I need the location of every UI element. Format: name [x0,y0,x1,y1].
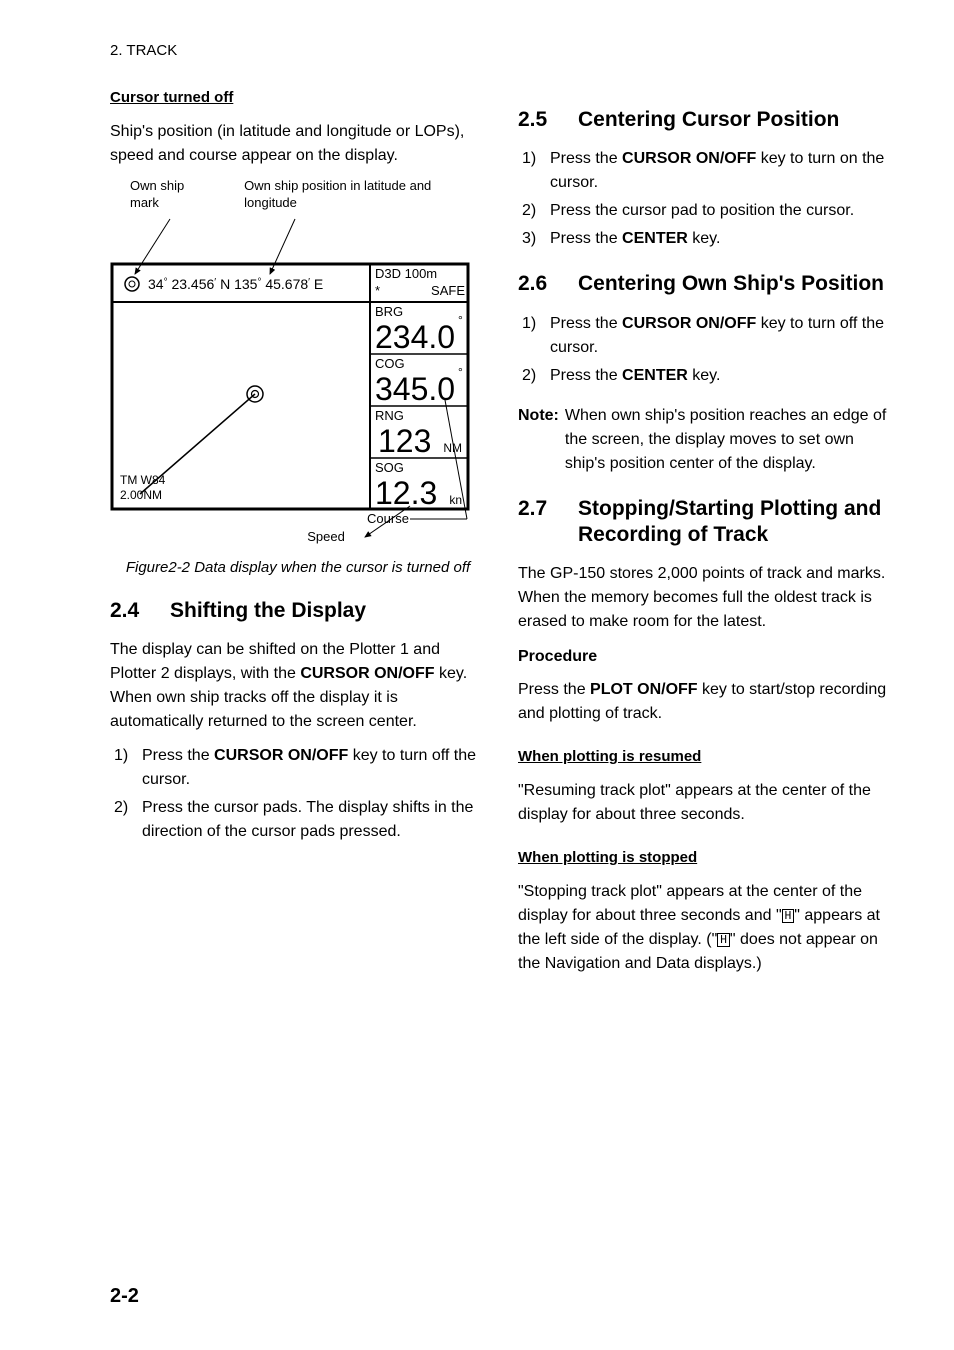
section-number: 2.6 [518,271,558,297]
list-item: 2)Press the cursor pads. The display shi… [114,796,486,844]
hold-icon: H [717,933,730,947]
list-item: 3)Press the CENTER key. [522,227,894,251]
section-title: Stopping/Starting Plotting and Recording… [578,496,894,549]
note-block: Note: When own ship's position reaches a… [518,404,894,476]
svg-text:BRG: BRG [375,304,403,319]
svg-text:12.3: 12.3 [375,475,437,511]
diagram-label-own-ship-position: Own ship position in latitude and longit… [244,178,486,212]
list-item: 2)Press the CENTER key. [522,364,894,388]
cursor-off-paragraph: Ship's position (in latitude and longitu… [110,120,486,168]
section-2-4-intro: The display can be shifted on the Plotte… [110,638,486,734]
svg-text:RNG: RNG [375,408,404,423]
section-2-7-heading: 2.7 Stopping/Starting Plotting and Recor… [518,496,894,549]
left-column: Cursor turned off Ship's position (in la… [110,87,486,986]
list-item: 1)Press the CURSOR ON/OFF key to turn of… [522,312,894,360]
svg-text:°: ° [458,365,463,379]
svg-text:Speed: Speed [307,529,345,544]
list-item: 1)Press the CURSOR ON/OFF key to turn of… [114,744,486,792]
svg-text:COG: COG [375,356,405,371]
svg-text:°: ° [458,313,463,327]
svg-text:TM W84: TM W84 [120,473,166,487]
hold-icon: H [782,909,795,923]
page-number: 2-2 [110,1282,139,1310]
svg-text:34° 23.456′ N: 34° 23.456′ N 135° 45.678′ E [148,276,323,292]
plotter-display-svg: 34° 23.456′ N 135° 45.678′ E D3D 100m * … [110,214,470,544]
section-2-5-heading: 2.5 Centering Cursor Position [518,107,894,133]
cursor-onoff-key-label: CURSOR ON/OFF [300,665,434,682]
section-2-6-heading: 2.6 Centering Own Ship's Position [518,271,894,297]
section-2-7-intro: The GP-150 stores 2,000 points of track … [518,562,894,634]
svg-text:Course: Course [367,511,409,526]
page-header: 2. TRACK [110,40,894,61]
cursor-off-heading: Cursor turned off [110,87,486,108]
section-title: Centering Own Ship's Position [578,271,884,297]
svg-text:2.00NM: 2.00NM [120,488,162,502]
procedure-heading: Procedure [518,646,894,668]
plotting-resumed-heading: When plotting is resumed [518,746,894,767]
section-number: 2.7 [518,496,558,549]
section-number: 2.5 [518,107,558,133]
svg-text:123: 123 [378,423,431,459]
plotting-stopped-heading: When plotting is stopped [518,847,894,868]
svg-text:*: * [375,283,380,298]
list-item: 2)Press the cursor pad to position the c… [522,199,894,223]
note-body: When own ship's position reaches an edge… [565,404,894,476]
procedure-paragraph: Press the PLOT ON/OFF key to start/stop … [518,678,894,726]
svg-text:345.0: 345.0 [375,371,455,407]
section-title: Shifting the Display [170,598,366,624]
list-item: 1)Press the CURSOR ON/OFF key to turn on… [522,147,894,195]
note-label: Note: [518,404,559,476]
section-title: Centering Cursor Position [578,107,839,133]
svg-text:kn: kn [449,493,462,507]
figure-caption: Figure2-2 Data display when the cursor i… [110,557,486,578]
svg-text:234.0: 234.0 [375,319,455,355]
svg-text:SOG: SOG [375,460,404,475]
svg-text:D3D 100m: D3D 100m [375,266,437,281]
diagram-label-own-ship-mark: Own ship mark [130,178,216,212]
figure-2-2-diagram: Own ship mark Own ship position in latit… [110,178,486,551]
svg-text:SAFE: SAFE [431,283,465,298]
right-column: 2.5 Centering Cursor Position 1)Press th… [518,87,894,986]
plotting-stopped-body: "Stopping track plot" appears at the cen… [518,880,894,976]
section-number: 2.4 [110,598,150,624]
section-2-4-heading: 2.4 Shifting the Display [110,598,486,624]
plotting-resumed-body: "Resuming track plot" appears at the cen… [518,779,894,827]
